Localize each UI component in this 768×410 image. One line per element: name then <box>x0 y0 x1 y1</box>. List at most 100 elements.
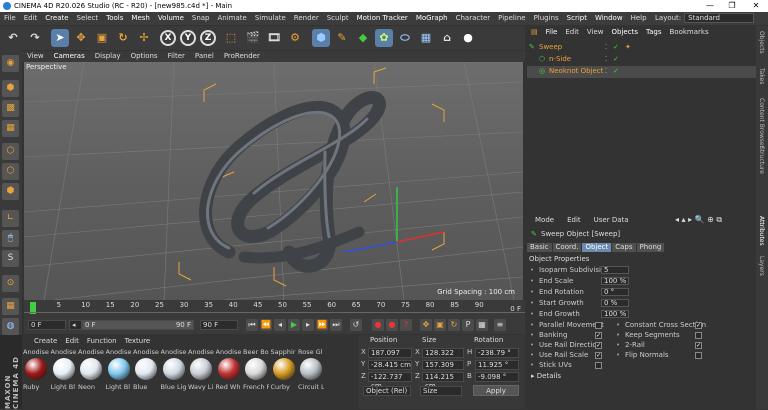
camera-icon[interactable]: ⌂ <box>438 29 456 47</box>
previous-frame-icon[interactable]: ◂ <box>274 319 286 331</box>
animation-dot-icon[interactable]: • <box>530 351 534 359</box>
goto-start-icon[interactable]: ⏮ <box>246 319 258 331</box>
floor-icon[interactable]: ▦ <box>417 29 435 47</box>
polygons-mode-icon[interactable]: ⬢ <box>2 183 19 200</box>
menu-create[interactable]: Create <box>41 12 72 25</box>
min-frame-stepper[interactable]: ◂ <box>69 320 82 330</box>
grid-icon[interactable]: ▦ <box>2 298 19 315</box>
object-menu-bookmarks[interactable]: Bookmarks <box>665 28 712 36</box>
attribute-menu-mode[interactable]: Mode <box>527 216 559 224</box>
option-checkbox[interactable] <box>695 332 702 339</box>
right-tab-item[interactable]: Objects <box>758 31 765 54</box>
workplane-lock-icon[interactable]: ⊙ <box>2 275 19 292</box>
menu-help[interactable]: Help <box>627 12 651 25</box>
object-menu-objects[interactable]: Objects <box>608 28 642 36</box>
animation-dot-icon[interactable]: • <box>530 321 534 329</box>
viewport-menu-display[interactable]: Display <box>90 51 126 60</box>
play-icon[interactable]: ▶ <box>288 319 300 331</box>
menu-snap[interactable]: Snap <box>188 12 214 25</box>
tweak-mode-icon[interactable]: 🖱 <box>2 230 19 247</box>
viewport-menu-cameras[interactable]: Cameras <box>49 51 90 60</box>
workplane-icon[interactable]: ▦ <box>2 120 19 137</box>
rotation-key-icon[interactable]: ↻ <box>448 319 460 331</box>
object-row[interactable]: ◎ Neoknot Object ⁚ ✓ <box>527 66 756 78</box>
animation-dot-icon[interactable]: • <box>616 351 620 359</box>
material-item[interactable]: Anodise Light Bl <box>106 348 132 391</box>
option-checkbox[interactable]: ✓ <box>595 352 602 359</box>
viewport-menu-view[interactable]: View <box>22 51 49 60</box>
render-view-icon[interactable]: 🎬 <box>244 29 262 47</box>
menu-mograph[interactable]: MoGraph <box>412 12 452 25</box>
size-field[interactable]: 114.215 cm <box>422 372 464 390</box>
enabled-check-icon[interactable]: ✓ <box>613 54 619 65</box>
redo-icon[interactable]: ↷ <box>26 29 44 47</box>
object-menu-edit[interactable]: Edit <box>561 28 583 36</box>
object-menu-file[interactable]: File <box>542 28 562 36</box>
menu-edit[interactable]: Edit <box>20 12 42 25</box>
material-item[interactable]: Anodise Neon <box>78 348 104 391</box>
move-icon[interactable]: ✥ <box>72 29 90 47</box>
autokey-icon[interactable]: ● <box>386 319 398 331</box>
cube-icon[interactable]: ⬢ <box>312 29 330 47</box>
object-name[interactable]: n-Side <box>549 54 571 65</box>
enabled-check-icon[interactable]: ✓ <box>613 66 619 77</box>
material-item[interactable]: Sapphir Curby <box>271 348 297 391</box>
option-checkbox[interactable]: ✓ <box>695 322 702 329</box>
mograph-cloner-icon[interactable]: ✿ <box>375 29 393 47</box>
property-value-field[interactable]: 5 <box>601 266 629 274</box>
menu-file[interactable]: File <box>0 12 20 25</box>
rotation-field[interactable]: 11.925 ° <box>475 360 519 370</box>
menu-select[interactable]: Select <box>73 12 103 25</box>
texture-mode-icon[interactable]: ▩ <box>2 100 19 117</box>
menu-mesh[interactable]: Mesh <box>127 12 153 25</box>
menu-motion-tracker[interactable]: Motion Tracker <box>353 12 412 25</box>
deformer-icon[interactable]: ⬭ <box>396 29 414 47</box>
point-level-key-icon[interactable]: ▦ <box>476 319 488 331</box>
coordinate-system-icon[interactable]: ⬚ <box>222 29 240 47</box>
option-checkbox[interactable]: ✓ <box>695 342 702 349</box>
material-item[interactable]: Beer Bo French F <box>243 348 269 391</box>
viewport[interactable]: Perspective Grid Spacing : 100 cm <box>24 62 523 300</box>
material-item[interactable]: Anodise Red Wh <box>216 348 242 391</box>
attribute-nav-icons[interactable]: ◂ ▴ ▸ 🔍 ⊕ ⧉ <box>675 215 722 225</box>
layout-dropdown[interactable]: Standard <box>684 13 755 23</box>
timeline-settings-icon[interactable]: ≡ <box>494 319 506 331</box>
size-mode-dropdown[interactable]: Size <box>420 386 462 396</box>
record-active-icon[interactable]: ● <box>372 319 384 331</box>
material-item[interactable]: Anodise Ruby <box>23 348 49 391</box>
keyframe-selection-icon[interactable]: ? <box>400 319 412 331</box>
option-checkbox[interactable] <box>595 322 602 329</box>
animation-dot-icon[interactable]: • <box>530 361 534 369</box>
option-checkbox[interactable] <box>595 362 602 369</box>
menu-plugins[interactable]: Plugins <box>530 12 563 25</box>
position-field[interactable]: -122.737 cm <box>368 372 412 390</box>
recent-tools-icon[interactable]: ✢ <box>135 29 153 47</box>
object-row[interactable]: ✎ Sweep ⁚ ✓ ✦ <box>527 42 756 54</box>
rotate-icon[interactable]: ↻ <box>114 29 132 47</box>
coordinate-mode-dropdown[interactable]: Object (Rel) <box>363 386 411 396</box>
next-key-icon[interactable]: ⏩ <box>316 319 328 331</box>
undo-icon[interactable]: ↶ <box>4 29 22 47</box>
animation-dot-icon[interactable]: • <box>616 331 620 339</box>
animation-dot-icon[interactable]: • <box>530 298 534 308</box>
object-name[interactable]: Sweep <box>539 42 562 53</box>
menu-character[interactable]: Character <box>452 12 495 25</box>
end-frame-field[interactable]: 90 F <box>200 320 238 330</box>
menu-simulate[interactable]: Simulate <box>251 12 290 25</box>
visibility-toggle-icon[interactable]: ⁚ <box>605 42 607 53</box>
viewport-menu-filter[interactable]: Filter <box>163 51 190 60</box>
menu-sculpt[interactable]: Sculpt <box>323 12 353 25</box>
subdivision-icon[interactable]: ◆ <box>354 29 372 47</box>
animation-dot-icon[interactable]: • <box>616 321 620 329</box>
object-name[interactable]: Neoknot Object <box>549 66 603 77</box>
material-item[interactable]: Anodise Light Bl <box>51 348 77 391</box>
size-field[interactable]: 157.309 cm <box>422 360 464 378</box>
attribute-menu-user-data[interactable]: User Data <box>586 216 634 224</box>
right-tab-item[interactable]: Layers <box>758 256 765 276</box>
current-frame-field[interactable]: 0 F <box>28 320 66 330</box>
menu-pipeline[interactable]: Pipeline <box>494 12 529 25</box>
axis-mode-icon[interactable]: ∟ <box>2 210 19 227</box>
tab-basic[interactable]: Basic <box>527 243 552 252</box>
position-key-icon[interactable]: ✥ <box>420 319 432 331</box>
size-field[interactable]: 128.322 cm <box>422 348 464 366</box>
